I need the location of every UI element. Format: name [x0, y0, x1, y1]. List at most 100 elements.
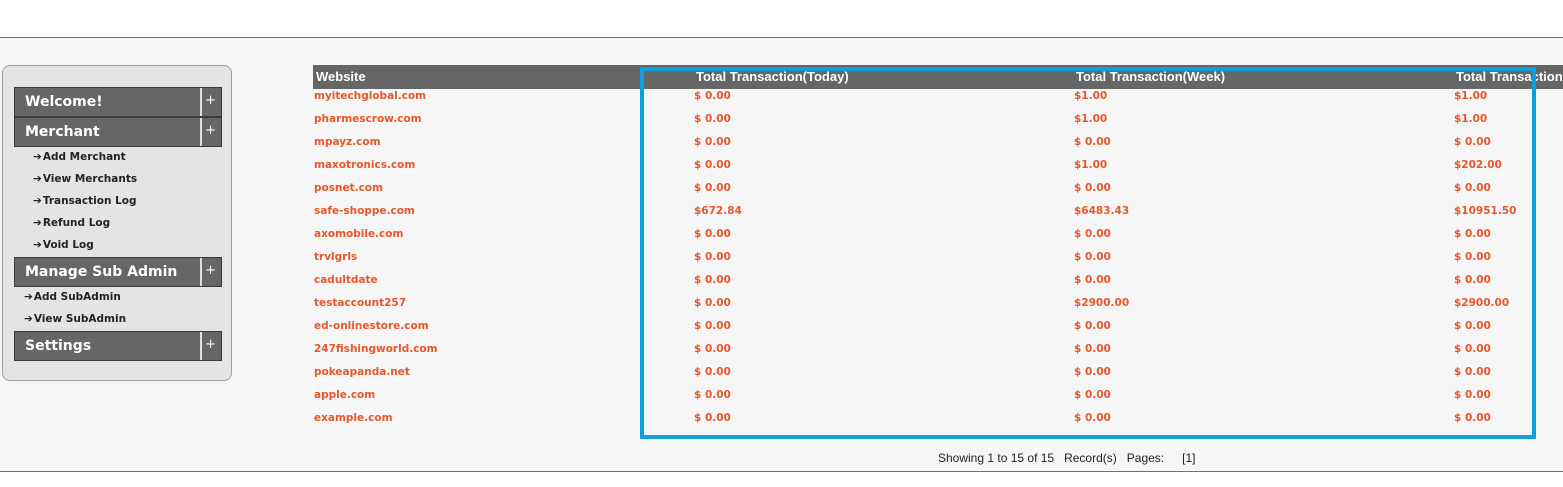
table-row: ed-onlinestore.com $ 0.00 $ 0.00 $ 0.00 — [313, 320, 1563, 343]
column-header-today: Total Transaction(Today) — [696, 69, 849, 84]
table-row: maxotronics.com $ 0.00 $1.00 $202.00 — [313, 159, 1563, 182]
website-link[interactable]: testaccount257 — [314, 297, 406, 309]
website-link[interactable]: mpayz.com — [314, 136, 381, 148]
amount-cell: $ 0.00 — [694, 251, 731, 263]
amount-cell: $ 0.00 — [694, 159, 731, 171]
sidebar-item-transaction-log[interactable]: ➔Transaction Log — [33, 195, 137, 207]
sidebar-item-label: Refund Log — [42, 217, 111, 229]
table-row: myitechglobal.com $ 0.00 $1.00 $1.00 — [313, 90, 1563, 113]
amount-cell: $ 0.00 — [1454, 389, 1491, 401]
website-link[interactable]: trvlgrls — [314, 251, 357, 263]
menu-welcome[interactable]: Welcome! + — [14, 87, 222, 117]
amount-cell: $ 0.00 — [694, 320, 731, 332]
arrow-right-icon: ➔ — [33, 217, 42, 229]
column-header-website: Website — [316, 69, 366, 84]
sidebar-item-label: Add SubAdmin — [33, 291, 121, 303]
arrow-right-icon: ➔ — [33, 195, 42, 207]
website-link[interactable]: example.com — [314, 412, 393, 424]
amount-cell: $ 0.00 — [694, 389, 731, 401]
sidebar-item-void-log[interactable]: ➔Void Log — [33, 239, 94, 251]
expand-plus-icon[interactable]: + — [205, 337, 216, 352]
amount-cell: $ 0.00 — [1074, 343, 1111, 355]
amount-cell: $ 0.00 — [1074, 366, 1111, 378]
pager-records: Record(s) — [1064, 451, 1117, 465]
amount-cell: $ 0.00 — [694, 136, 731, 148]
arrow-right-icon: ➔ — [24, 313, 33, 325]
expand-plus-icon[interactable]: + — [205, 93, 216, 108]
amount-cell: $6483.43 — [1074, 205, 1130, 217]
amount-cell: $ 0.00 — [1454, 320, 1491, 332]
amount-cell: $10951.50 — [1454, 205, 1517, 217]
sidebar-item-view-subadmin[interactable]: ➔View SubAdmin — [24, 313, 126, 325]
page-link-1[interactable]: [1] — [1182, 451, 1195, 465]
sidebar-item-view-merchants[interactable]: ➔View Merchants — [33, 173, 137, 185]
amount-cell: $ 0.00 — [1074, 251, 1111, 263]
sidebar-item-refund-log[interactable]: ➔Refund Log — [33, 217, 110, 229]
amount-cell: $ 0.00 — [1454, 366, 1491, 378]
sidebar-item-add-merchant[interactable]: ➔Add Merchant — [33, 151, 126, 163]
amount-cell: $ 0.00 — [1454, 274, 1491, 286]
sidebar-item-label: Add Merchant — [42, 151, 126, 163]
table-row: posnet.com $ 0.00 $ 0.00 $ 0.00 — [313, 182, 1563, 205]
pager-pages-label: Pages: — [1126, 451, 1165, 465]
expand-plus-icon[interactable]: + — [205, 263, 216, 278]
table-row: cadultdate $ 0.00 $ 0.00 $ 0.00 — [313, 274, 1563, 297]
menu-manage-sub-admin[interactable]: Manage Sub Admin + — [14, 257, 222, 287]
website-link[interactable]: cadultdate — [314, 274, 378, 286]
website-link[interactable]: myitechglobal.com — [314, 90, 426, 102]
amount-cell: $ 0.00 — [1454, 228, 1491, 240]
amount-cell: $ 0.00 — [1454, 251, 1491, 263]
amount-cell: $1.00 — [1074, 159, 1108, 171]
sidebar-item-label: Void Log — [42, 239, 94, 251]
column-header-month: Total Transaction(Month) — [1456, 69, 1563, 84]
amount-cell: $ 0.00 — [694, 90, 731, 102]
website-link[interactable]: maxotronics.com — [314, 159, 415, 171]
sidebar-item-label: View Merchants — [42, 173, 138, 185]
table-row: pokeapanda.net $ 0.00 $ 0.00 $ 0.00 — [313, 366, 1563, 389]
amount-cell: $ 0.00 — [1074, 412, 1111, 424]
menu-separator — [200, 118, 202, 146]
amount-cell: $1.00 — [1454, 113, 1488, 125]
menu-merchant[interactable]: Merchant + — [14, 117, 222, 147]
menu-manage-sub-admin-label: Manage Sub Admin — [25, 264, 178, 280]
arrow-right-icon: ➔ — [33, 239, 42, 251]
amount-cell: $ 0.00 — [1074, 136, 1111, 148]
amount-cell: $202.00 — [1454, 159, 1502, 171]
website-link[interactable]: 247fishingworld.com — [314, 343, 438, 355]
menu-merchant-label: Merchant — [25, 124, 100, 140]
bottom-divider — [0, 471, 1563, 472]
amount-cell: $1.00 — [1074, 113, 1108, 125]
pager-showing: Showing 1 to 15 of 15 — [938, 451, 1055, 465]
amount-cell: $ 0.00 — [694, 366, 731, 378]
amount-cell: $672.84 — [694, 205, 742, 217]
amount-cell: $ 0.00 — [694, 343, 731, 355]
table-row: axomobile.com $ 0.00 $ 0.00 $ 0.00 — [313, 228, 1563, 251]
sidebar-item-add-subadmin[interactable]: ➔Add SubAdmin — [24, 291, 121, 303]
amount-cell: $1.00 — [1074, 90, 1108, 102]
menu-separator — [200, 332, 202, 360]
website-link[interactable]: safe-shoppe.com — [314, 205, 415, 217]
table-row: apple.com $ 0.00 $ 0.00 $ 0.00 — [313, 389, 1563, 412]
website-link[interactable]: apple.com — [314, 389, 375, 401]
amount-cell: $ 0.00 — [1074, 228, 1111, 240]
website-link[interactable]: pharmescrow.com — [314, 113, 422, 125]
amount-cell: $ 0.00 — [694, 412, 731, 424]
table-row: example.com $ 0.00 $ 0.00 $ 0.00 — [313, 412, 1563, 435]
amount-cell: $2900.00 — [1074, 297, 1130, 309]
amount-cell: $ 0.00 — [694, 182, 731, 194]
table-row: mpayz.com $ 0.00 $ 0.00 $ 0.00 — [313, 136, 1563, 159]
amount-cell: $ 0.00 — [1074, 274, 1111, 286]
website-link[interactable]: pokeapanda.net — [314, 366, 410, 378]
website-link[interactable]: ed-onlinestore.com — [314, 320, 429, 332]
table-header: Website Total Transaction(Today) Total T… — [313, 65, 1563, 89]
website-link[interactable]: axomobile.com — [314, 228, 403, 240]
expand-plus-icon[interactable]: + — [205, 123, 216, 138]
arrow-right-icon: ➔ — [33, 151, 42, 163]
website-link[interactable]: posnet.com — [314, 182, 383, 194]
amount-cell: $ 0.00 — [694, 113, 731, 125]
amount-cell: $ 0.00 — [1454, 343, 1491, 355]
menu-separator — [200, 88, 202, 116]
menu-welcome-label: Welcome! — [25, 94, 103, 110]
table-row: safe-shoppe.com $672.84 $6483.43 $10951.50 — [313, 205, 1563, 228]
menu-settings[interactable]: Settings + — [14, 331, 222, 361]
